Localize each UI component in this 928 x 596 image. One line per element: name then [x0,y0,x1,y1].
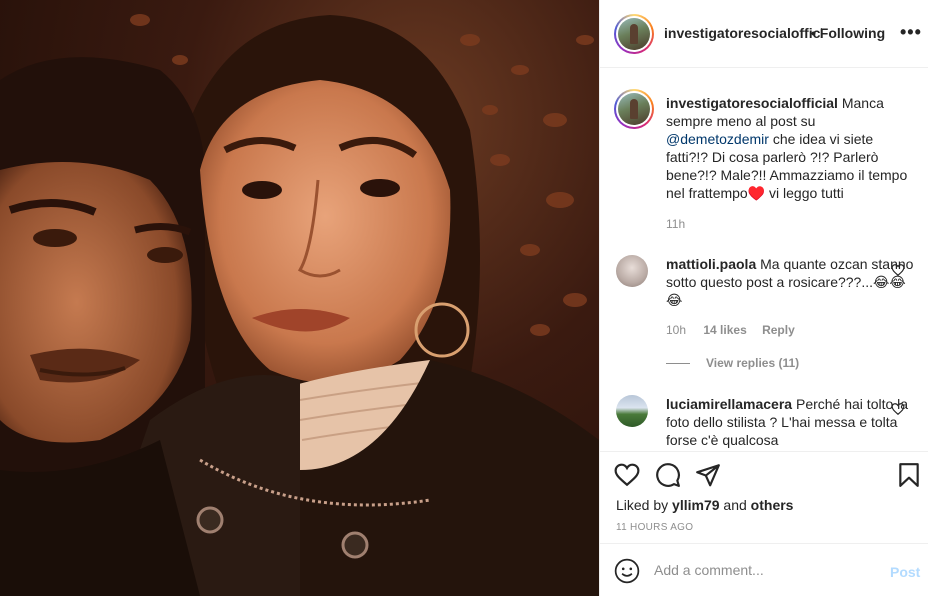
more-options-icon[interactable]: ••• [900,22,922,43]
caption-text: investigatoresocialofficial Manca sempre… [666,94,914,202]
post-side-panel: investigatoresocialofficial • Following … [599,0,928,596]
reply-button[interactable]: Reply [762,323,795,337]
following-button[interactable]: Following [820,25,885,41]
liked-by-prefix: Liked by [616,497,669,513]
comment-meta: 10h 14 likes Reply [666,323,795,337]
add-comment-input[interactable] [654,560,874,580]
comment-like-heart-icon[interactable] [891,263,905,277]
post-header: investigatoresocialofficial • Following … [600,0,928,68]
replies-divider [666,363,690,365]
comment-likes[interactable]: 14 likes [703,323,746,337]
liked-by-others[interactable]: others [751,497,794,513]
author-username[interactable]: investigatoresocialofficial [664,25,822,41]
author-avatar[interactable] [614,14,654,54]
commenter-avatar[interactable] [616,255,648,287]
comment-time[interactable]: 10h [666,323,686,337]
liked-by: Liked by yllim79 and others [616,497,793,513]
post-photo-image [0,14,599,596]
save-bookmark-icon[interactable] [896,462,922,488]
caption-username[interactable]: investigatoresocialofficial [666,95,838,111]
emoji-smiley-icon[interactable] [614,558,640,584]
post-photo[interactable] [0,0,599,596]
caption-mention[interactable]: @demetozdemir [666,131,769,147]
view-replies-button[interactable]: View replies (11) [666,356,799,370]
caption-time[interactable]: 11h [666,217,685,231]
liked-by-user[interactable]: yllim79 [672,497,719,513]
comment-like-heart-icon[interactable] [891,402,905,416]
comment-bubble-icon[interactable] [655,462,681,488]
comment-username[interactable]: luciamirellamacera [666,396,792,412]
comment-text: luciamirellamacera Perché hai tolto la f… [666,395,914,449]
post-timestamp[interactable]: 11 HOURS AGO [616,522,693,533]
separator-dot: • [811,25,816,41]
liked-by-and: and [723,497,747,513]
view-replies-label: View replies (11) [706,356,800,370]
comment-username[interactable]: mattioli.paola [666,256,756,272]
like-heart-icon[interactable] [614,462,640,488]
comment-text: mattioli.paola Ma quante ozcan stanno so… [666,255,914,309]
follow-status: • Following [811,25,885,41]
share-paper-plane-icon[interactable] [695,462,721,488]
post-comment-button[interactable]: Post [890,564,920,580]
add-comment-bar: Post [600,543,928,596]
post-actions: Liked by yllim79 and others 11 HOURS AGO [600,451,928,543]
comments-list[interactable]: investigatoresocialofficial Manca sempre… [600,69,928,451]
caption-author-avatar[interactable] [614,89,654,129]
commenter-avatar[interactable] [616,395,648,427]
